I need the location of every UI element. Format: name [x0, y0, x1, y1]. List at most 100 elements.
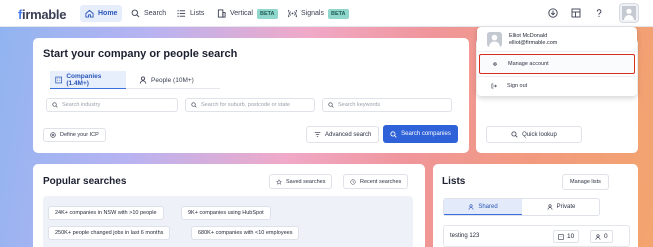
- search-companies-label: Search companies: [401, 131, 451, 137]
- shared-label: Shared: [478, 203, 498, 210]
- search-icon: [52, 102, 58, 108]
- nav-item-lists[interactable]: Lists: [172, 5, 209, 22]
- lists-visibility-toggle: Shared Private: [443, 198, 600, 216]
- recent-searches-label: Recent searches: [360, 178, 402, 185]
- search-icon: [328, 102, 334, 108]
- dashboard-button[interactable]: [569, 6, 583, 20]
- keywords-search-input[interactable]: Search keywords: [322, 98, 452, 112]
- company-count: 10: [567, 233, 575, 240]
- star-icon: [276, 178, 282, 185]
- tab-label: People (10M+): [151, 76, 194, 84]
- sign-out-icon: [491, 83, 497, 89]
- dashboard-icon: [571, 8, 581, 18]
- nav-item-label: Home: [98, 10, 118, 17]
- search-card: Start your company or people search Comp…: [33, 38, 469, 153]
- person-icon: [139, 76, 147, 84]
- search-icon: [511, 131, 518, 138]
- user-avatar: [487, 32, 502, 47]
- user-email: elliot@firmable.com: [509, 40, 558, 46]
- popular-search-chip[interactable]: 250K+ people changed jobs in last 6 mont…: [48, 226, 171, 240]
- tab-private[interactable]: Private: [522, 199, 600, 215]
- tab-companies[interactable]: Companies (1.4M+): [50, 71, 126, 89]
- popular-search-chip[interactable]: 9K+ companies using HubSpot: [181, 206, 271, 220]
- tab-shared[interactable]: Shared: [444, 199, 522, 215]
- search-icon: [191, 102, 197, 108]
- manage-lists-button[interactable]: Manage lists: [562, 174, 609, 190]
- define-icp-label: Define your ICP: [60, 132, 99, 138]
- tab-people[interactable]: People (10M+): [134, 71, 199, 89]
- nav-item-vertical[interactable]: Vertical BETA: [212, 5, 283, 22]
- top-navigation-bar: firmable Home Search Lists Vertical BETA…: [0, 0, 653, 27]
- lists-card: Lists Manage lists Shared Private testin…: [433, 164, 638, 247]
- gear-icon: [493, 62, 497, 66]
- people-icon: [468, 203, 474, 210]
- search-card-title: Start your company or people search: [43, 48, 238, 60]
- help-button[interactable]: [592, 6, 606, 20]
- advanced-search-label: Advanced search: [325, 131, 372, 138]
- nav-item-label: Lists: [190, 10, 205, 17]
- menu-divider: [477, 51, 637, 52]
- nav-item-search[interactable]: Search: [126, 5, 171, 22]
- user-avatar-icon: [622, 6, 636, 20]
- signal-icon: [288, 9, 297, 18]
- download-icon: [548, 8, 558, 18]
- search-type-tabs: Companies (1.4M+) People (10M+): [50, 71, 220, 89]
- history-icon: [350, 178, 356, 185]
- sign-out-menu-item[interactable]: Sign out: [479, 76, 635, 96]
- home-icon: [85, 9, 94, 18]
- target-icon: [50, 132, 56, 138]
- firmable-logo[interactable]: firmable: [18, 7, 66, 22]
- user-name: Elliot McDonald: [509, 33, 548, 39]
- person-icon: [595, 233, 601, 240]
- logo-text: irmable: [22, 7, 67, 22]
- account-avatar-button[interactable]: [619, 3, 639, 23]
- help-icon: [596, 9, 602, 17]
- saved-searches-label: Saved searches: [286, 178, 326, 185]
- nav-item-home[interactable]: Home: [80, 5, 123, 22]
- nav-item-signals[interactable]: Signals BETA: [283, 5, 354, 22]
- popular-searches-title: Popular searches: [43, 176, 127, 187]
- search-companies-button[interactable]: Search companies: [383, 125, 458, 143]
- nav-item-label: Search: [144, 10, 167, 17]
- keywords-placeholder: Search keywords: [338, 102, 381, 108]
- tab-label: Companies (1.4M+): [66, 72, 102, 87]
- location-search-input[interactable]: Search for suburb, postcode or state: [185, 98, 315, 112]
- beta-badge: BETA: [256, 8, 278, 19]
- people-count: 0: [604, 233, 608, 240]
- define-icp-button[interactable]: Define your ICP: [43, 128, 106, 142]
- account-dropdown-menu: Elliot McDonald elliot@firmable.com Mana…: [477, 27, 637, 96]
- list-name: testing 123: [450, 233, 480, 239]
- list-icon: [177, 10, 186, 17]
- recent-searches-button[interactable]: Recent searches: [343, 174, 409, 189]
- building-icon: [55, 76, 62, 83]
- advanced-search-button[interactable]: Advanced search: [306, 126, 380, 143]
- building-icon: [558, 233, 564, 240]
- user-avatar-icon: [487, 32, 502, 47]
- search-icon: [390, 130, 397, 138]
- quick-lookup-button[interactable]: Quick lookup: [486, 126, 582, 143]
- search-icon: [131, 9, 140, 18]
- quick-lookup-label: Quick lookup: [522, 131, 557, 138]
- popular-search-chip[interactable]: 24K+ companies in NSW with >10 people: [48, 206, 164, 220]
- manage-account-label: Manage account: [508, 61, 549, 67]
- nav-item-label: Vertical: [230, 10, 253, 17]
- people-count-badge: 0: [590, 230, 613, 243]
- beta-badge: BETA: [327, 8, 349, 19]
- industry-search-input[interactable]: Search industry: [46, 98, 178, 112]
- location-placeholder: Search for suburb, postcode or state: [201, 102, 290, 108]
- sign-out-label: Sign out: [507, 83, 528, 89]
- private-label: Private: [556, 204, 576, 210]
- popular-searches-card: Popular searches Saved searches Recent s…: [33, 164, 425, 247]
- lists-title: Lists: [442, 176, 466, 187]
- person-icon: [547, 204, 553, 210]
- filter-icon: [314, 132, 321, 137]
- popular-searches-list: 24K+ companies in NSW with >10 people 9K…: [43, 196, 413, 247]
- building-icon: [217, 9, 226, 18]
- list-item[interactable]: testing 123 10 0: [443, 225, 630, 247]
- download-button[interactable]: [546, 6, 560, 20]
- company-count-badge: 10: [553, 230, 580, 243]
- industry-placeholder: Search industry: [62, 102, 101, 108]
- manage-account-menu-item[interactable]: Manage account: [479, 54, 635, 74]
- popular-search-chip[interactable]: 680K+ companies with <10 employees: [191, 226, 300, 240]
- saved-searches-button[interactable]: Saved searches: [269, 174, 333, 189]
